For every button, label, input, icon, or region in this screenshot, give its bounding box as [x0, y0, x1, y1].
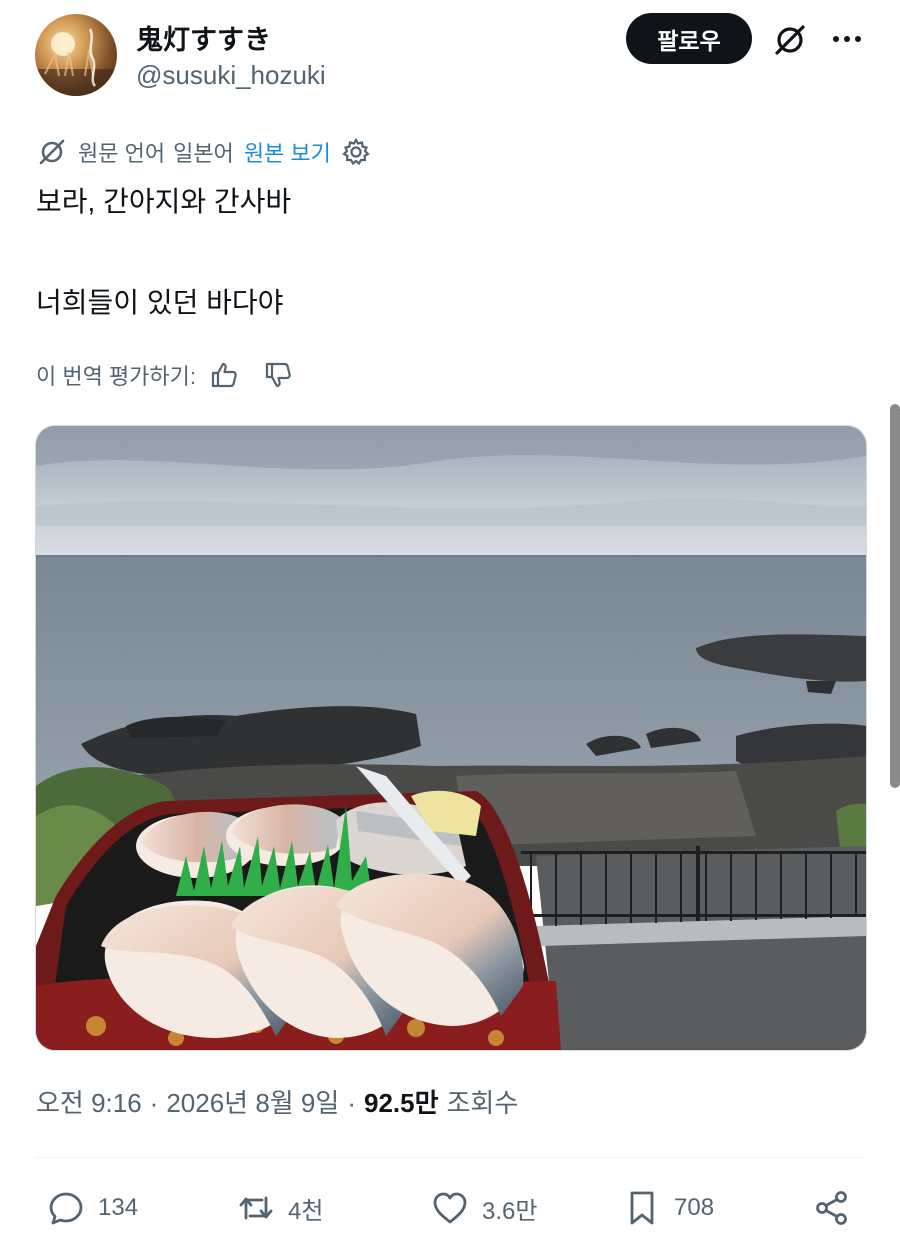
tweet-time[interactable]: 오전 9:16 [36, 1083, 142, 1120]
translation-language: 일본어 [173, 141, 234, 166]
like-count: 3.6만 [482, 1197, 538, 1225]
meta-separator: · [347, 1088, 356, 1118]
gear-icon[interactable] [341, 137, 371, 167]
repost-icon [239, 1196, 273, 1220]
more-options-icon[interactable] [830, 26, 864, 52]
scrollbar[interactable] [890, 404, 900, 788]
share-icon [816, 1191, 847, 1225]
translation-info: 원문 언어 일본어 원본 보기 [36, 135, 371, 169]
reply-button[interactable]: 134 [46, 1186, 138, 1230]
seaside-sushi-photo [36, 426, 866, 1050]
tweet-date[interactable]: 2026년 8월 9일 [166, 1083, 339, 1120]
avatar-image [35, 28, 117, 96]
repost-button[interactable]: 4천 [236, 1186, 323, 1230]
grok-icon[interactable] [772, 22, 808, 58]
avatar[interactable] [35, 14, 117, 96]
heart-icon [433, 1192, 467, 1224]
tweet-meta: 오전 9:16 · 2026년 8월 9일 · 92.5만 조회수 [36, 1083, 518, 1120]
follow-button[interactable]: 팔로우 [626, 13, 752, 64]
user-handle[interactable]: @susuki_hozuki [136, 60, 326, 91]
translation-rating: 이 번역 평가하기: [36, 357, 294, 393]
tweet-photo[interactable] [35, 425, 867, 1051]
reply-icon [49, 1192, 83, 1225]
thumbs-down-icon[interactable] [262, 359, 294, 391]
display-name[interactable]: 鬼灯すすき [136, 18, 271, 57]
bookmark-button[interactable]: 708 [622, 1186, 714, 1230]
tweet-text-line: 너희들이 있던 바다야 [36, 287, 284, 318]
grok-icon [39, 139, 65, 165]
like-button[interactable]: 3.6만 [430, 1186, 537, 1230]
views-label: 조회수 [446, 1088, 519, 1118]
show-original-link[interactable]: 원본 보기 [244, 136, 331, 168]
meta-separator: · [149, 1088, 159, 1118]
tweet-text-line: 보라, 간아지와 간사바 [36, 186, 292, 217]
share-button[interactable] [812, 1186, 864, 1230]
rating-label: 이 번역 평가하기: [36, 364, 197, 389]
reply-count: 134 [98, 1194, 139, 1221]
divider [35, 1157, 865, 1158]
bookmark-icon [630, 1191, 654, 1225]
repost-count: 4천 [288, 1197, 324, 1225]
thumbs-up-icon[interactable] [208, 359, 240, 391]
bookmark-count: 708 [674, 1194, 715, 1221]
translation-prefix: 원문 언어 [78, 141, 166, 166]
views-count: 92.5만 [363, 1088, 439, 1118]
